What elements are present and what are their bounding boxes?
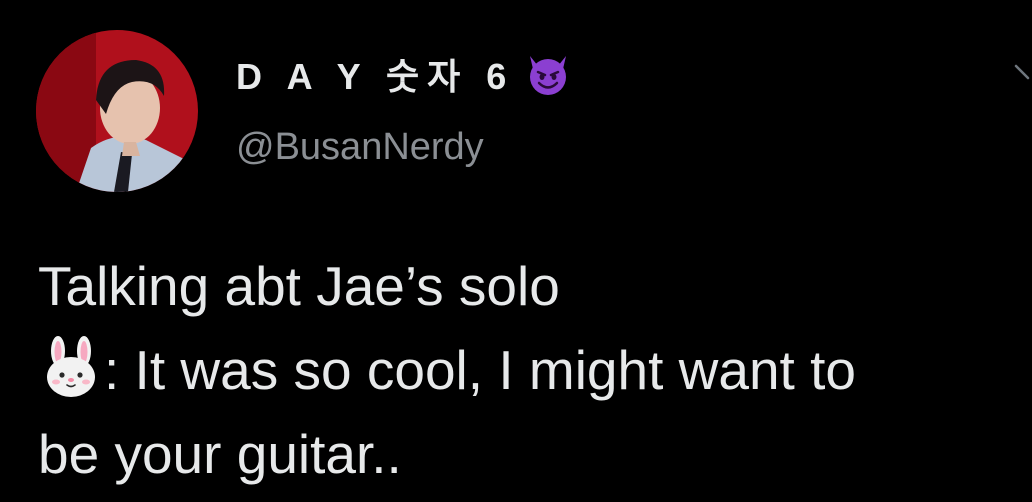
user-handle[interactable]: @BusanNerdy [236, 126, 484, 169]
tweet-line-1: Talking abt Jae’s solo [38, 255, 560, 317]
tweet-line-2-text: : It was so cool, I might want to [104, 339, 856, 401]
chevron-down-icon[interactable] [1012, 62, 1032, 82]
display-name-text[interactable]: D A Y 숫자 6 [236, 48, 514, 100]
tweet-card[interactable]: D A Y 숫자 6 @BusanNerdy Talking abt Jae’s… [0, 0, 1032, 502]
display-name[interactable]: D A Y 숫자 6 [236, 50, 572, 98]
smiling-devil-icon [524, 50, 572, 98]
tweet-line-2: : It was so cool, I might want to [38, 328, 1028, 412]
tweet-line-3: be your guitar.. [38, 423, 402, 485]
avatar[interactable] [36, 30, 198, 192]
tweet-text: Talking abt Jae’s solo : It was so cool,… [38, 244, 1028, 496]
rabbit-face-icon [38, 335, 104, 401]
